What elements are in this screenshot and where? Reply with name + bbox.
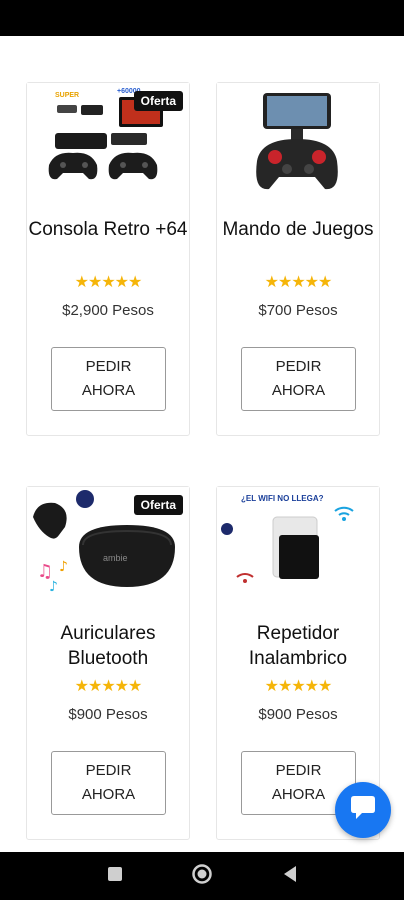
product-title[interactable]: Consola Retro +64 bbox=[27, 217, 189, 242]
rating-stars: ★★★★★ bbox=[264, 678, 333, 695]
product-image-mando[interactable] bbox=[217, 83, 379, 199]
offer-badge: Oferta bbox=[133, 495, 183, 515]
rating-stars: ★★★★★ bbox=[74, 274, 143, 291]
image-label: ¿EL WIFI NO LLEGA? bbox=[241, 494, 324, 503]
product-card-auriculares: ambie ♫ ♪ ♪ Oferta Auriculares Bluetooth… bbox=[26, 486, 190, 840]
product-card-mando: Mando de Juegos ★★★★★ $700 Pesos PEDIR A… bbox=[216, 82, 380, 436]
nav-home-button[interactable] bbox=[190, 863, 214, 890]
square-icon bbox=[107, 866, 123, 887]
rating-stars: ★★★★★ bbox=[74, 678, 143, 695]
order-now-button[interactable]: PEDIR AHORA bbox=[51, 751, 166, 815]
status-bar bbox=[0, 0, 404, 36]
product-price: $900 Pesos bbox=[68, 706, 148, 723]
triangle-back-icon bbox=[282, 865, 298, 888]
product-grid: SUPER +60000 Oferta Consola Retro +64 ★★… bbox=[0, 36, 404, 852]
offer-badge: Oferta bbox=[133, 91, 183, 111]
product-card-consola: SUPER +60000 Oferta Consola Retro +64 ★★… bbox=[26, 82, 190, 436]
rating-stars: ★★★★★ bbox=[264, 274, 333, 291]
product-price: $2,900 Pesos bbox=[62, 302, 154, 319]
order-now-button[interactable]: PEDIR AHORA bbox=[241, 347, 356, 411]
svg-text:♪: ♪ bbox=[59, 559, 68, 575]
chat-bubble-icon bbox=[349, 795, 377, 826]
product-title[interactable]: Repetidor Inalambrico bbox=[217, 621, 379, 671]
product-title[interactable]: Auriculares Bluetooth bbox=[27, 621, 189, 671]
system-nav-bar bbox=[0, 852, 404, 900]
order-now-button[interactable]: PEDIR AHORA bbox=[51, 347, 166, 411]
product-title[interactable]: Mando de Juegos bbox=[217, 217, 379, 242]
nav-recents-button[interactable] bbox=[103, 864, 127, 888]
product-price: $900 Pesos bbox=[258, 706, 338, 723]
nav-back-button[interactable] bbox=[278, 864, 302, 888]
svg-text:♪: ♪ bbox=[49, 579, 58, 595]
circle-icon bbox=[191, 863, 213, 890]
product-image-repetidor[interactable]: ¿EL WIFI NO LLEGA? bbox=[217, 487, 379, 603]
product-price: $700 Pesos bbox=[258, 302, 338, 319]
svg-text:SUPER: SUPER bbox=[55, 92, 79, 99]
image-label: ambie bbox=[103, 553, 128, 563]
chat-button[interactable] bbox=[335, 782, 391, 838]
